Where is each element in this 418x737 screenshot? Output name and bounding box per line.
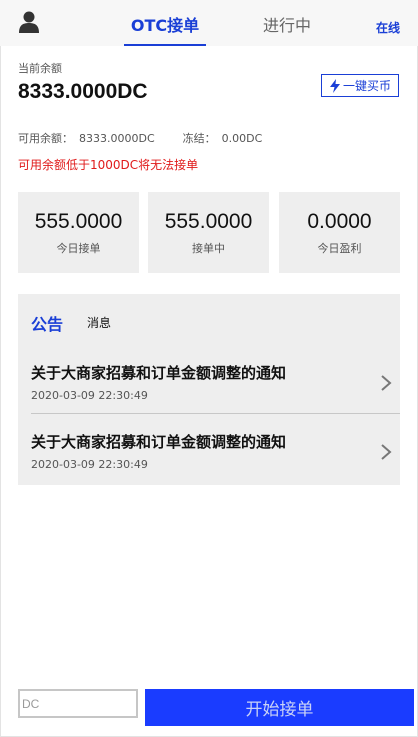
stat-today-orders: 555.0000 今日接单	[18, 192, 139, 273]
dc-amount-input[interactable]	[18, 689, 138, 718]
online-status[interactable]: 在线	[376, 19, 400, 36]
quick-buy-button[interactable]: 一键买币	[321, 74, 399, 97]
chevron-right-icon	[381, 444, 392, 460]
tab-announcements[interactable]: 公告	[31, 311, 63, 335]
stat-label: 今日盈利	[317, 242, 362, 255]
stat-value: 0.0000	[307, 210, 372, 233]
stat-label: 接单中	[192, 242, 225, 255]
balance-label: 当前余额	[18, 62, 62, 75]
stat-value: 555.0000	[164, 210, 253, 233]
tab-in-progress[interactable]: 进行中	[256, 12, 318, 46]
stat-value: 555.0000	[34, 210, 123, 233]
account-info: 可用余额： 8333.0000DC 冻结： 0.00DC	[18, 130, 268, 146]
stat-label: 今日接单	[56, 242, 101, 255]
user-icon[interactable]	[19, 11, 39, 33]
tab-otc-orders[interactable]: OTC接单	[124, 12, 206, 46]
available-value: 8333.0000DC	[79, 132, 155, 145]
notice-item[interactable]: 关于大商家招募和订单金额调整的通知 2020-03-09 22:30:49	[31, 346, 400, 414]
frozen-value: 0.00DC	[221, 132, 263, 145]
top-bar: OTC接单 进行中 在线	[0, 0, 418, 46]
notice-item[interactable]: 关于大商家招募和订单金额调整的通知 2020-03-09 22:30:49	[31, 415, 400, 483]
chevron-right-icon	[381, 375, 392, 391]
stat-today-profit: 0.0000 今日盈利	[279, 192, 400, 273]
notice-title: 关于大商家招募和订单金额调整的通知	[31, 433, 287, 451]
notice-date: 2020-03-09 22:30:49	[31, 389, 148, 402]
frozen-label: 冻结：	[182, 132, 216, 145]
balance-value: 8333.0000DC	[18, 80, 148, 103]
notice-panel: 公告 消息 关于大商家招募和订单金额调整的通知 2020-03-09 22:30…	[18, 294, 400, 485]
stat-in-progress: 555.0000 接单中	[148, 192, 269, 273]
notice-title: 关于大商家招募和订单金额调整的通知	[31, 364, 287, 382]
start-taking-orders-button[interactable]: 开始接单	[145, 689, 414, 726]
balance-warning: 可用余额低于1000DC将无法接单	[18, 158, 199, 172]
notice-date: 2020-03-09 22:30:49	[31, 458, 148, 471]
tab-messages[interactable]: 消息	[87, 314, 111, 331]
lightning-icon	[329, 78, 340, 93]
quick-buy-label: 一键买币	[342, 79, 391, 93]
available-label: 可用余额：	[18, 132, 73, 145]
